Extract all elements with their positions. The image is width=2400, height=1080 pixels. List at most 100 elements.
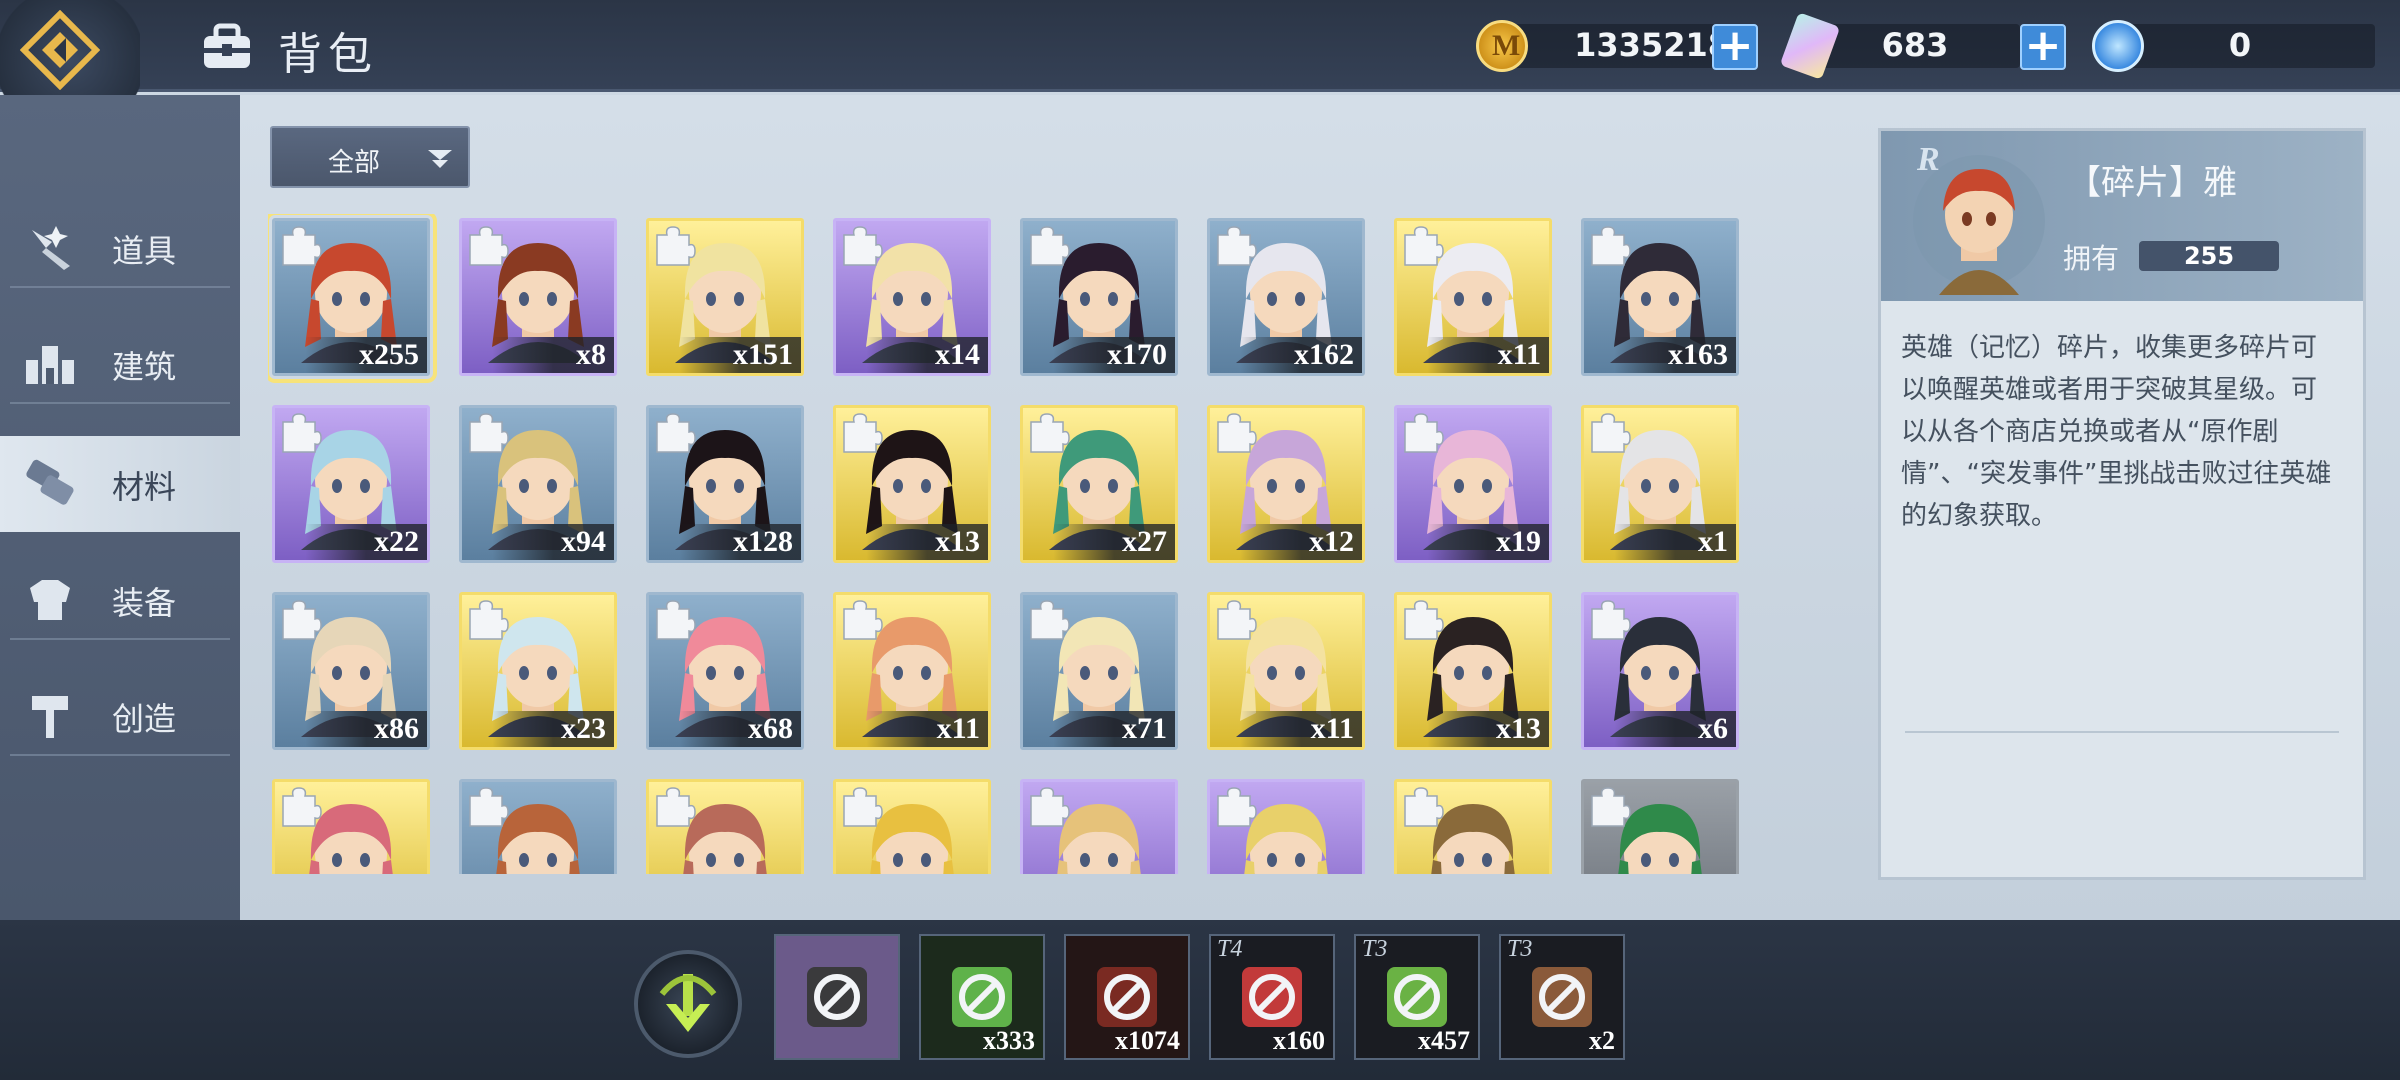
puzzle-piece-icon [1591, 787, 1631, 827]
puzzle-piece-icon [843, 787, 883, 827]
fragment-tile[interactable]: x27 [1020, 405, 1178, 563]
fragment-tile[interactable]: x6 [1581, 592, 1739, 750]
quantity-label: x170 [1023, 337, 1175, 373]
puzzle-piece-icon [656, 226, 696, 266]
puzzle-piece-icon [1217, 787, 1257, 827]
fragment-tile[interactable] [1020, 779, 1178, 874]
puzzle-piece-icon [469, 413, 509, 453]
fragment-tile[interactable]: x12 [1207, 405, 1365, 563]
blue-orb-icon [2092, 20, 2144, 72]
fragment-tile[interactable] [272, 779, 430, 874]
fragment-tile[interactable]: x14 [833, 218, 991, 376]
detail-panel: R 【碎片】雅 拥有 255 英雄（记忆）碎片，收集更多碎片可以唤醒英雄或者用于… [1878, 128, 2366, 880]
puzzle-piece-icon [1404, 600, 1444, 640]
quantity-label: x11 [1210, 711, 1362, 747]
quantity-label: x14 [836, 337, 988, 373]
material-slot[interactable]: T4 x160 [1209, 934, 1335, 1060]
tier-label: T3 [1362, 936, 1388, 962]
fragment-tile[interactable]: x1 [1581, 405, 1739, 563]
fragment-tile[interactable]: x71 [1020, 592, 1178, 750]
fragment-tile[interactable]: x128 [646, 405, 804, 563]
quantity-label: x6 [1584, 711, 1736, 747]
quantity-label: x13 [836, 524, 988, 560]
fragment-tile[interactable] [1207, 779, 1365, 874]
fragment-tile[interactable] [833, 779, 991, 874]
fragment-tile[interactable] [646, 779, 804, 874]
puzzle-piece-icon [1217, 413, 1257, 453]
fragment-tile[interactable]: x11 [1207, 592, 1365, 750]
detail-header: R 【碎片】雅 拥有 255 [1881, 131, 2363, 301]
fragment-tile[interactable] [459, 779, 617, 874]
quantity-label: x19 [1397, 524, 1549, 560]
quantity-label: x22 [275, 524, 427, 560]
fragment-grid: x255 x8 x151 x14 x170 x162 x11 x163 x22 x94 x128 x1… [268, 214, 1748, 874]
material-slot[interactable]: x333 [919, 934, 1045, 1060]
fragment-tile[interactable]: x170 [1020, 218, 1178, 376]
puzzle-piece-icon [1591, 226, 1631, 266]
material-slot[interactable]: x1074 [1064, 934, 1190, 1060]
divider [10, 638, 230, 640]
fragment-tile[interactable] [1581, 779, 1739, 874]
fragment-tile[interactable]: x94 [459, 405, 617, 563]
quantity-label: x23 [462, 711, 614, 747]
quantity-label: x151 [649, 337, 801, 373]
quantity-label: x27 [1023, 524, 1175, 560]
puzzle-piece-icon [1217, 226, 1257, 266]
divider [10, 754, 230, 756]
fragment-tile[interactable]: x23 [459, 592, 617, 750]
puzzle-piece-icon [282, 600, 322, 640]
collect-button[interactable] [634, 950, 742, 1058]
fragment-tile[interactable] [1394, 779, 1552, 874]
quantity-label: x160 [1273, 1026, 1325, 1055]
tier-label: T3 [1507, 936, 1533, 962]
quantity-label: x94 [462, 524, 614, 560]
quantity-label: x71 [1023, 711, 1175, 747]
sidebar-item-create[interactable]: 创造 [0, 668, 240, 764]
gold-value: 1335218 [1574, 26, 1730, 64]
chevron-down-icon [428, 150, 452, 168]
material-slot[interactable]: T3 x2 [1499, 934, 1625, 1060]
puzzle-piece-icon [1404, 787, 1444, 827]
add-gem-button[interactable]: + [2020, 24, 2066, 70]
sidebar-item-materials[interactable]: 材料 [0, 436, 252, 532]
fragment-tile[interactable]: x11 [1394, 218, 1552, 376]
filter-dropdown[interactable]: 全部 [270, 126, 470, 188]
puzzle-piece-icon [1591, 600, 1631, 640]
quantity-label: x1074 [1115, 1026, 1180, 1055]
fragment-tile[interactable]: x13 [833, 405, 991, 563]
quantity-label: x12 [1210, 524, 1362, 560]
fragment-tile[interactable]: x8 [459, 218, 617, 376]
fragment-tile[interactable]: x19 [1394, 405, 1552, 563]
sidebar-item-tools[interactable]: 道具 [0, 200, 240, 296]
fragment-tile[interactable]: x162 [1207, 218, 1365, 376]
sidebar-item-label: 道具 [112, 232, 177, 270]
sidebar-item-label: 建筑 [112, 348, 177, 386]
divider [1905, 731, 2339, 733]
fragment-tile[interactable]: x151 [646, 218, 804, 376]
sidebar-item-label: 装备 [112, 584, 177, 622]
material-slot[interactable] [774, 934, 900, 1060]
puzzle-piece-icon [469, 787, 509, 827]
fragment-tile[interactable]: x22 [272, 405, 430, 563]
back-icon [20, 10, 100, 90]
fragment-tile[interactable]: x255 [268, 214, 437, 383]
sidebar-item-label: 材料 [112, 468, 177, 506]
down-arrow-icon [659, 974, 717, 1032]
fragment-tile[interactable]: x68 [646, 592, 804, 750]
puzzle-piece-icon [843, 226, 883, 266]
puzzle-piece-icon [843, 413, 883, 453]
puzzle-piece-icon [1030, 226, 1070, 266]
divider [10, 286, 230, 288]
fragment-tile[interactable]: x11 [833, 592, 991, 750]
hammer-icon [32, 696, 68, 738]
fragment-tile[interactable]: x13 [1394, 592, 1552, 750]
fragment-tile[interactable]: x163 [1581, 218, 1739, 376]
quantity-label: x86 [275, 711, 427, 747]
add-gold-button[interactable]: + [1712, 24, 1758, 70]
sidebar-item-buildings[interactable]: 建筑 [0, 316, 240, 412]
sidebar-item-equipment[interactable]: 装备 [0, 552, 240, 648]
material-slot[interactable]: T3 x457 [1354, 934, 1480, 1060]
fragment-tile[interactable]: x86 [272, 592, 430, 750]
own-label: 拥有 [2063, 242, 2120, 275]
sidebar-item-label: 创造 [112, 700, 177, 738]
